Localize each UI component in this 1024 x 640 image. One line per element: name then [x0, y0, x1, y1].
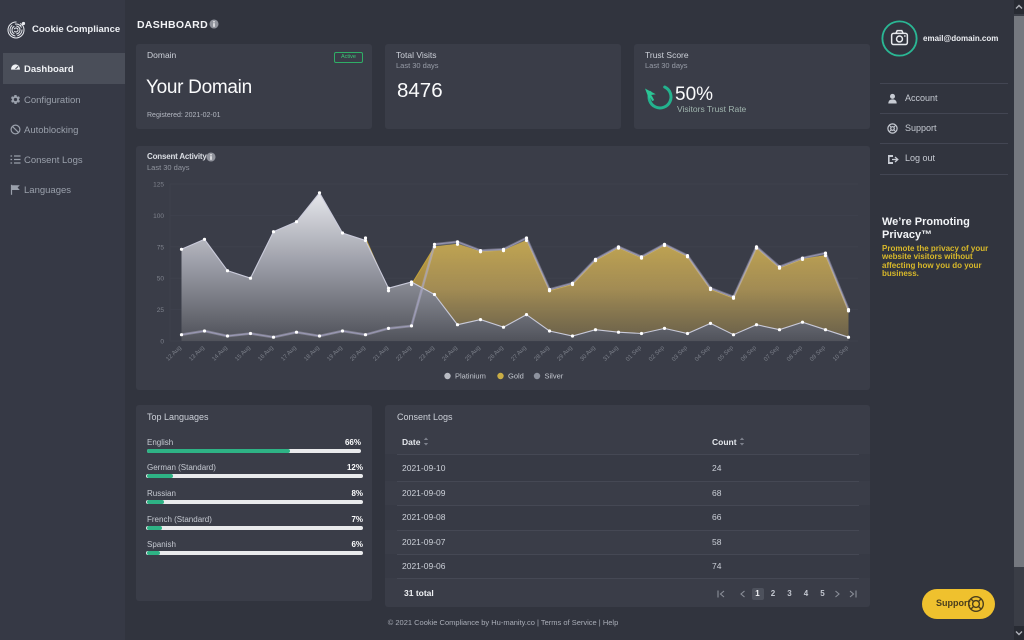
svg-text:19 Aug: 19 Aug [326, 345, 343, 362]
svg-text:20 Aug: 20 Aug [349, 345, 366, 362]
svg-text:06 Sep: 06 Sep [740, 345, 758, 363]
svg-text:25 Aug: 25 Aug [464, 345, 481, 362]
svg-text:08 Sep: 08 Sep [786, 345, 804, 363]
svg-text:24 Aug: 24 Aug [441, 345, 458, 362]
svg-text:05 Sep: 05 Sep [717, 345, 735, 363]
svg-text:100: 100 [153, 213, 164, 220]
svg-text:14 Aug: 14 Aug [211, 345, 228, 362]
svg-text:03 Sep: 03 Sep [671, 345, 689, 363]
svg-text:Gold: Gold [508, 372, 524, 381]
svg-text:09 Sep: 09 Sep [809, 345, 827, 363]
svg-text:01 Sep: 01 Sep [625, 345, 643, 363]
svg-text:27 Aug: 27 Aug [510, 345, 527, 362]
svg-text:28 Aug: 28 Aug [533, 345, 550, 362]
svg-text:16 Aug: 16 Aug [257, 345, 274, 362]
svg-text:25: 25 [157, 307, 165, 314]
svg-text:04 Sep: 04 Sep [694, 345, 712, 363]
svg-text:22 Aug: 22 Aug [395, 345, 412, 362]
svg-text:15 Aug: 15 Aug [234, 345, 251, 362]
svg-text:Silver: Silver [545, 372, 564, 381]
svg-text:75: 75 [157, 244, 165, 251]
svg-text:125: 125 [153, 182, 164, 189]
svg-text:18 Aug: 18 Aug [303, 345, 320, 362]
svg-text:07 Sep: 07 Sep [763, 345, 781, 363]
svg-text:17 Aug: 17 Aug [280, 345, 297, 362]
svg-text:31 Aug: 31 Aug [602, 345, 619, 362]
svg-text:29 Aug: 29 Aug [556, 345, 573, 362]
svg-text:0: 0 [160, 339, 164, 346]
svg-text:30 Aug: 30 Aug [579, 345, 596, 362]
svg-text:02 Sep: 02 Sep [648, 345, 666, 363]
svg-text:50: 50 [157, 276, 165, 283]
svg-text:21 Aug: 21 Aug [372, 345, 389, 362]
svg-text:12 Aug: 12 Aug [165, 345, 182, 362]
svg-text:26 Aug: 26 Aug [487, 345, 504, 362]
svg-text:10 Sep: 10 Sep [832, 345, 850, 363]
svg-text:13 Aug: 13 Aug [188, 345, 205, 362]
svg-text:23 Aug: 23 Aug [418, 345, 435, 362]
svg-text:Platinium: Platinium [455, 372, 486, 381]
